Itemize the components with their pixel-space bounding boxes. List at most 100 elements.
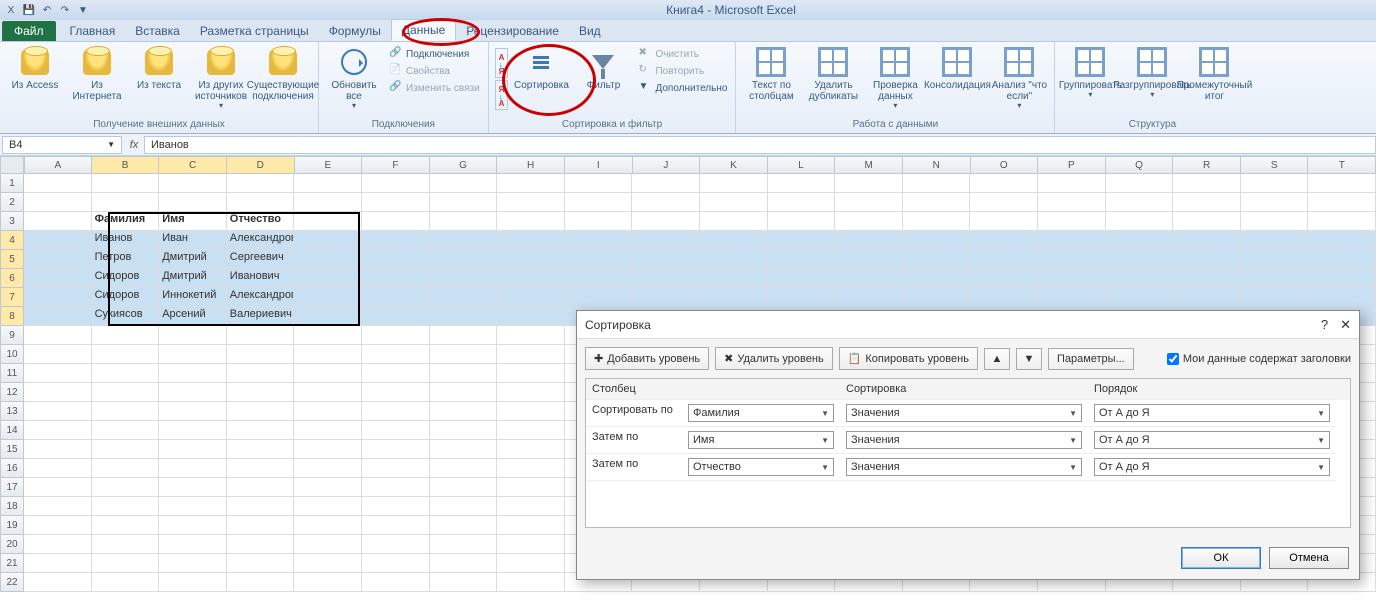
- cell[interactable]: [497, 307, 565, 326]
- column-header[interactable]: H: [497, 156, 565, 174]
- tab-review[interactable]: Рецензирование: [456, 21, 569, 41]
- cell[interactable]: [24, 440, 92, 459]
- column-header[interactable]: Q: [1106, 156, 1174, 174]
- cell[interactable]: [362, 174, 430, 193]
- sort-button[interactable]: Сортировка: [512, 44, 570, 91]
- cell[interactable]: [294, 174, 362, 193]
- cell[interactable]: [970, 212, 1038, 231]
- row-header[interactable]: 16: [0, 459, 24, 478]
- cell[interactable]: [227, 440, 295, 459]
- existing-connections-button[interactable]: Существующие подключения: [254, 44, 312, 102]
- from-access-button[interactable]: Из Access: [6, 44, 64, 91]
- row-header[interactable]: 21: [0, 554, 24, 573]
- cell[interactable]: [1241, 269, 1309, 288]
- cell[interactable]: [497, 402, 565, 421]
- cell[interactable]: [565, 212, 633, 231]
- cell[interactable]: [362, 573, 430, 592]
- cell[interactable]: [159, 364, 227, 383]
- cell[interactable]: [92, 326, 160, 345]
- remove-duplicates-button[interactable]: Удалить дубликаты: [804, 44, 862, 102]
- cell[interactable]: [159, 440, 227, 459]
- cell[interactable]: Сидоров: [92, 288, 160, 307]
- cell[interactable]: [24, 174, 92, 193]
- tab-formulas[interactable]: Формулы: [319, 21, 391, 41]
- cell[interactable]: [92, 478, 160, 497]
- cell[interactable]: [24, 250, 92, 269]
- cell[interactable]: [294, 212, 362, 231]
- row-header[interactable]: 4: [0, 231, 24, 250]
- file-tab[interactable]: Файл: [2, 21, 56, 41]
- cell[interactable]: [497, 193, 565, 212]
- cell[interactable]: [903, 250, 971, 269]
- headers-checkbox[interactable]: [1167, 353, 1179, 365]
- cell[interactable]: [700, 231, 768, 250]
- cell[interactable]: [1038, 250, 1106, 269]
- cell[interactable]: [227, 554, 295, 573]
- cell[interactable]: [970, 231, 1038, 250]
- cell[interactable]: [92, 421, 160, 440]
- cell[interactable]: [159, 535, 227, 554]
- ok-button[interactable]: ОК: [1181, 547, 1261, 569]
- row-header[interactable]: 2: [0, 193, 24, 212]
- cell[interactable]: [632, 250, 700, 269]
- cell[interactable]: Дмитрий: [159, 269, 227, 288]
- cell[interactable]: [970, 174, 1038, 193]
- redo-icon[interactable]: ↷: [58, 3, 72, 17]
- cell[interactable]: [768, 250, 836, 269]
- cell[interactable]: [903, 174, 971, 193]
- cell[interactable]: [294, 554, 362, 573]
- row-header[interactable]: 14: [0, 421, 24, 440]
- column-header[interactable]: C: [159, 156, 227, 174]
- cell[interactable]: [294, 573, 362, 592]
- cell[interactable]: [497, 174, 565, 193]
- cell[interactable]: [430, 193, 498, 212]
- sorton-dropdown[interactable]: Значения▼: [846, 404, 1082, 422]
- cell[interactable]: [835, 174, 903, 193]
- cell[interactable]: [1308, 231, 1376, 250]
- row-header[interactable]: 1: [0, 174, 24, 193]
- cell[interactable]: [362, 421, 430, 440]
- cell[interactable]: [24, 421, 92, 440]
- row-header[interactable]: 12: [0, 383, 24, 402]
- cell[interactable]: [497, 345, 565, 364]
- cell[interactable]: [92, 573, 160, 592]
- cell[interactable]: [92, 402, 160, 421]
- cell[interactable]: [1308, 269, 1376, 288]
- cell[interactable]: [430, 478, 498, 497]
- tab-insert[interactable]: Вставка: [125, 21, 190, 41]
- cell[interactable]: [24, 307, 92, 326]
- cell[interactable]: Сидоров: [92, 269, 160, 288]
- cell[interactable]: [497, 288, 565, 307]
- cell[interactable]: [227, 364, 295, 383]
- from-text-button[interactable]: Из текста: [130, 44, 188, 91]
- cell[interactable]: Иванович: [227, 269, 295, 288]
- cell[interactable]: Иван: [159, 231, 227, 250]
- cell[interactable]: [24, 554, 92, 573]
- cell[interactable]: [294, 497, 362, 516]
- cell[interactable]: [1106, 288, 1174, 307]
- sort-options-button[interactable]: Параметры...: [1048, 348, 1134, 370]
- cell[interactable]: [362, 497, 430, 516]
- row-header[interactable]: 15: [0, 440, 24, 459]
- column-header[interactable]: E: [295, 156, 363, 174]
- cell[interactable]: [768, 269, 836, 288]
- cell[interactable]: [497, 269, 565, 288]
- column-header[interactable]: B: [92, 156, 160, 174]
- row-header[interactable]: 18: [0, 497, 24, 516]
- refresh-all-button[interactable]: Обновить все▾: [325, 44, 383, 111]
- cell[interactable]: [903, 231, 971, 250]
- cell[interactable]: [227, 345, 295, 364]
- filter-button[interactable]: Фильтр: [574, 44, 632, 91]
- cell[interactable]: [92, 193, 160, 212]
- cell[interactable]: [497, 573, 565, 592]
- from-web-button[interactable]: Из Интернета: [68, 44, 126, 102]
- move-down-button[interactable]: ▼: [1016, 348, 1042, 370]
- cell[interactable]: [294, 383, 362, 402]
- cell[interactable]: [430, 421, 498, 440]
- cell[interactable]: [294, 440, 362, 459]
- cell[interactable]: [1173, 174, 1241, 193]
- cell[interactable]: [903, 193, 971, 212]
- cell[interactable]: [362, 231, 430, 250]
- cell[interactable]: Иннокетий: [159, 288, 227, 307]
- cell[interactable]: [294, 478, 362, 497]
